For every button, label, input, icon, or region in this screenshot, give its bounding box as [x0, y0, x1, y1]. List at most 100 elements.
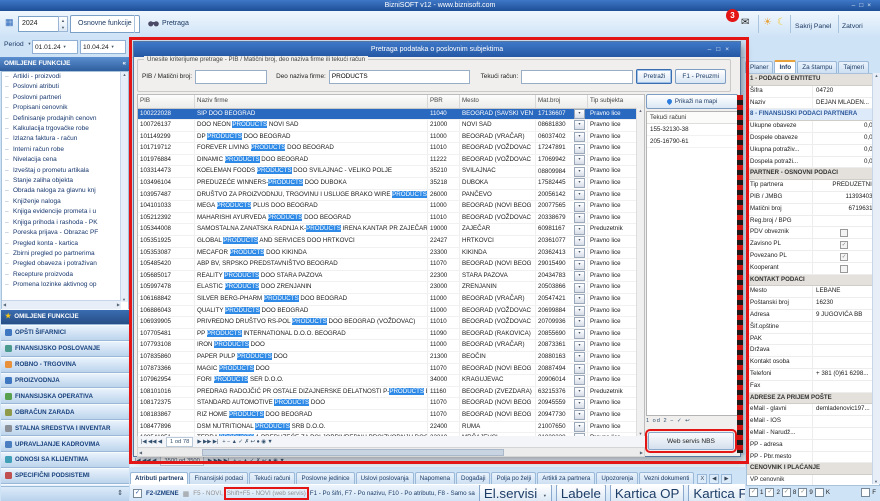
property-row[interactable]: Kooperant [747, 263, 879, 275]
flag-checkbox-9[interactable]: ✓ [798, 488, 807, 497]
sidebar-tree-item[interactable]: Zbirni pregled po partnerima [2, 249, 128, 259]
sidebar-menu-op-ti-ifarnici[interactable]: OPŠTI ŠIFARNICI [1, 325, 129, 341]
pager-prev-icons[interactable]: |◀ ◀◀ ◀ [135, 458, 156, 464]
property-row[interactable]: NazivDEJAN MLADEN... [747, 98, 879, 110]
results-grid-header[interactable]: PIBNaziv firmePBRMestoMat.brojTip subjek… [138, 95, 644, 109]
web-servis-nbs-button[interactable]: Web servis NBS [648, 432, 734, 450]
table-row[interactable]: 108477896DSM NUTRITIONAL PRODUCTS SRB D.… [138, 422, 644, 434]
account-item[interactable]: 155-32130-38 [647, 124, 737, 136]
dropdown-icon[interactable]: ▼ [574, 399, 585, 409]
table-row[interactable]: 105485420ABP BV, SRPSKO PREDSTAVNIŠTVO B… [138, 259, 644, 271]
table-row[interactable]: 101149299DP PRODUCTS DOO BEOGRAD11000BEO… [138, 132, 644, 144]
tab-pretraga[interactable]: Pretraga [148, 19, 189, 27]
table-row[interactable]: 105997478ELASTIC PRODUCTS DOO ZRENJANIN2… [138, 282, 644, 294]
results-vscrollbar[interactable]: ▲▼ [636, 108, 644, 438]
table-row[interactable]: 108101016PREDRAG RADOJČIĆ PR OSTALE DIZA… [138, 387, 644, 399]
table-row[interactable]: 105212392MAHARISHI AYURVEDA PRODUCTS DOO… [138, 213, 644, 225]
tab-close-button[interactable]: X [697, 474, 707, 484]
splitter-icon[interactable]: ⇕ [117, 490, 123, 497]
table-row[interactable]: 108183867RIZ HOME PRODUCTS DOO BEOGRAD11… [138, 410, 644, 422]
dropdown-icon[interactable]: ▼ [574, 120, 585, 130]
column-header-pbr[interactable]: PBR [428, 95, 460, 108]
property-row[interactable]: Zavisno PL✓ [747, 239, 879, 251]
column-header-naziv-firme[interactable]: Naziv firme [195, 95, 428, 108]
table-row[interactable]: 107793108IRON PRODUCTS DOO11000BEOGRAD (… [138, 340, 644, 352]
flag-checkbox-8[interactable]: ✓ [782, 488, 791, 497]
table-row[interactable]: 107705481PP PRODUCTS INTERNATIONAL D.O.O… [138, 329, 644, 341]
sidebar-tree-item[interactable]: Izveštaj o prometu artikala [2, 166, 128, 176]
sidebar-header[interactable]: OMILJENE FUNKCIJE« [0, 57, 130, 71]
property-row[interactable]: PAK [747, 334, 879, 346]
dropdown-icon[interactable]: ▼ [574, 317, 585, 327]
property-row[interactable]: Telefoni+ 381 (0)61 6298... [747, 369, 879, 381]
flag-checkbox-F[interactable] [861, 488, 870, 497]
property-row[interactable]: eMail - IOS [747, 416, 879, 428]
sidebar-tree-item[interactable]: Izlazna faktura - račun [2, 134, 128, 144]
dropdown-icon[interactable]: ▼ [574, 294, 585, 304]
dropdown-icon[interactable]: ▼ [574, 375, 585, 385]
table-row[interactable]: 105685017REALITY PRODUCTS DOO STARA PAZO… [138, 271, 644, 283]
table-row[interactable]: 107835860PAPER PULP PRODUCTS DOO21300BEO… [138, 352, 644, 364]
checkbox-unchecked-icon[interactable] [840, 265, 848, 273]
tab-teku-i-ra-uni[interactable]: Tekući računi [249, 472, 295, 484]
right-panel-scrollbar[interactable]: ▲▼ [872, 73, 880, 484]
account-input[interactable] [521, 70, 633, 84]
table-row[interactable]: 101976884DINAMIC PRODUCTS DOO BEOGRAD112… [138, 155, 644, 167]
table-row[interactable]: 107962954FORI PRODUCTS SER D.O.O.34000KR… [138, 375, 644, 387]
dropdown-icon[interactable]: ▼ [574, 132, 585, 142]
table-row[interactable]: 106886043QUALITY PRODUCTS DOO BEOGRAD110… [138, 306, 644, 318]
property-row[interactable]: eMail - glavnidemladenovic197... [747, 404, 879, 416]
right-tab-info[interactable]: Info [774, 60, 796, 73]
pager-next-icons[interactable]: ▶ ▶▶ ▶| [208, 458, 229, 464]
tab-doga-aji[interactable]: Događaji [456, 472, 490, 484]
property-row[interactable]: PP - Pbr.mesto [747, 452, 879, 464]
dropdown-icon[interactable]: ▼ [574, 236, 585, 246]
dark-theme-icon[interactable]: ☾ [777, 17, 786, 28]
column-header-mesto[interactable]: Mesto [460, 95, 536, 108]
kartica-op-button[interactable]: Kartica OP [610, 484, 684, 501]
table-row[interactable]: 106939905PRIVREDNO DRUŠTVO RS-POL PRODUC… [138, 317, 644, 329]
checkbox-unchecked-icon[interactable] [840, 229, 848, 237]
property-row[interactable]: PP - adresa [747, 440, 879, 452]
pib-input[interactable] [195, 70, 267, 84]
property-row[interactable]: Šifra04720 [747, 86, 879, 98]
sidebar-tree-item[interactable]: Stanje zaliha objekta [2, 176, 128, 186]
dropdown-icon[interactable]: ▼ [574, 283, 585, 293]
dropdown-icon[interactable]: ▼ [574, 155, 585, 165]
property-row[interactable]: Adresa9 JUGOVIĆA BB [747, 310, 879, 322]
dropdown-icon[interactable]: ▼ [574, 144, 585, 154]
sidebar-tree-item[interactable]: Pregled obaveza i potraživan [2, 259, 128, 269]
tab-polja-po-elji[interactable]: Polja po želji [491, 472, 536, 484]
pager-edit-icons[interactable]: + − ▲ ✓ ✗ ↩ ● ◉ ▼ [233, 458, 284, 464]
dropdown-icon[interactable]: ▼ [574, 213, 585, 223]
sidebar-menu-upravljanje-kadrovima[interactable]: UPRAVLJANJE KADROVIMA [1, 436, 129, 452]
results-hscrollbar[interactable]: ◀ ▶ [137, 447, 645, 457]
property-row[interactable]: Fax [747, 381, 879, 393]
tab-finansijski-podaci[interactable]: Finansijski podaci [189, 472, 248, 484]
search-button[interactable]: Pretraži [636, 69, 672, 84]
labele-button[interactable]: Labele [556, 484, 606, 501]
tab-prev-button[interactable]: ◀ [709, 474, 719, 484]
dropdown-icon[interactable]: ▼ [574, 364, 585, 374]
dropdown-icon[interactable]: ▼ [574, 306, 585, 316]
dropdown-icon[interactable]: ▼ [574, 387, 585, 397]
sidebar-tree-item[interactable]: Knjiga prihoda i rashoda - PK [2, 218, 128, 228]
dropdown-icon[interactable]: ▼ [574, 202, 585, 212]
f2-checkbox[interactable]: ✓ [133, 489, 142, 498]
period-from-input[interactable]: 01.01.24▼ [32, 40, 78, 54]
sidebar-tree-item[interactable]: Kalkulacija trgovačke robe [2, 124, 128, 134]
column-header-tip-subjekta[interactable]: Tip subjekta [588, 95, 645, 108]
flag-checkbox-1[interactable]: ✓ [749, 488, 758, 497]
sidebar-menu-specifi-ni-podsistemi[interactable]: SPECIFIČNI PODSISTEMI [1, 468, 129, 484]
sidebar-tree-item[interactable]: Promena lozinke aktivnog op [2, 280, 128, 290]
sidebar-tree-item[interactable]: Knjiga evidencije prometa i u [2, 207, 128, 217]
sidebar-menu-robno-trgovina[interactable]: ROBNO - TRGOVINA [1, 357, 129, 373]
sidebar-tree-item[interactable]: Definisanje prodajnih cenovn [2, 114, 128, 124]
tab-atributi-partnera[interactable]: Atributi partnera [130, 472, 188, 484]
sidebar-hscrollbar[interactable]: ◀▶ [2, 300, 121, 309]
table-row[interactable]: 104101033MEGA PRODUCTS PLUS DOO BEOGRAD1… [138, 201, 644, 213]
property-row[interactable]: Matični broj67196317 [747, 204, 879, 216]
table-row[interactable]: 106168842SILVER BERG-PHARM PRODUCTS DOO … [138, 294, 644, 306]
table-row[interactable]: 103496104PREDUZEĆE WINNERS-PRODUCTS DOO … [138, 178, 644, 190]
dropdown-icon[interactable]: ▼ [574, 109, 585, 119]
